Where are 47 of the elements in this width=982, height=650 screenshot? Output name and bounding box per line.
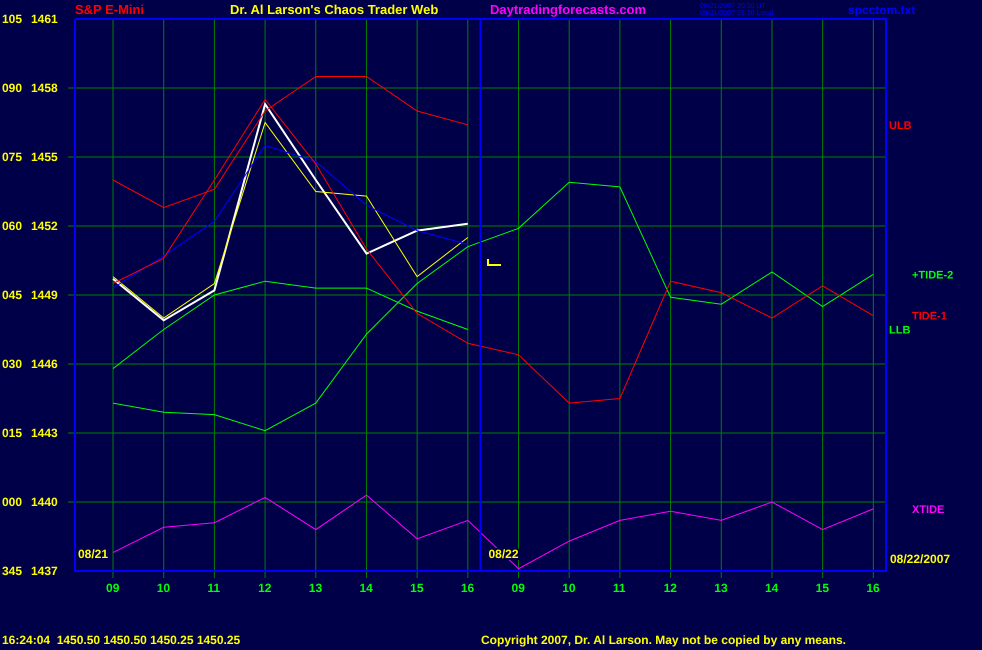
x-axis-label: 11	[207, 581, 220, 595]
cycle-scale-label: 000	[2, 495, 22, 509]
series-label: +TIDE-2	[912, 269, 954, 282]
x-axis-label: 09	[512, 581, 525, 595]
price-quote: 16:24:04 1450.50 1450.50 1450.25 1450.25	[2, 633, 240, 647]
date-label: 08/22/2007	[890, 552, 950, 566]
y-axis-label: 1458	[31, 81, 58, 95]
x-axis-label: 10	[156, 581, 170, 595]
x-axis-label: 13	[714, 581, 728, 595]
x-axis-label: 15	[410, 581, 424, 595]
date-label: 08/21	[78, 547, 108, 561]
x-axis-label: 12	[664, 581, 677, 595]
y-axis-label: 1452	[31, 219, 58, 233]
cycle-scale-label: 105	[2, 12, 22, 26]
series-label: LLB	[889, 324, 910, 336]
chart-symbol: S&P E-Mini	[75, 2, 144, 17]
x-axis-label: 10	[562, 581, 576, 595]
cycle-scale-label: 045	[2, 288, 22, 302]
cycle-scale-label: 075	[2, 150, 22, 164]
chart-title: Dr. Al Larson's Chaos Trader Web	[230, 2, 438, 17]
copyright-notice: Copyright 2007, Dr. Al Larson. May not be copied by any means.	[481, 633, 846, 647]
file-name: spcctom.txt	[848, 3, 916, 17]
y-axis-label: 1437	[31, 564, 58, 578]
x-axis-label: 12	[258, 581, 272, 595]
y-axis-label: 1461	[31, 12, 58, 26]
x-axis-label: 09	[106, 581, 120, 595]
x-axis-label: 15	[816, 581, 829, 595]
x-axis-label: 14	[764, 581, 778, 595]
y-axis-label: 1446	[31, 357, 58, 371]
cycle-scale-label: 060	[2, 219, 22, 233]
series-label: TIDE-1	[912, 310, 947, 323]
cycle-scale-label: 015	[2, 426, 22, 440]
x-axis-label: 14	[359, 581, 373, 595]
y-axis-label: 1449	[31, 288, 58, 302]
cycle-scale-label: 090	[2, 81, 22, 95]
x-axis-label: 11	[612, 581, 626, 595]
x-axis-label: 13	[308, 581, 322, 595]
cycle-scale-label: 030	[2, 357, 22, 371]
x-axis-label: 16	[460, 581, 474, 595]
bracket-mark	[487, 259, 501, 266]
cycle-scale-label: 345	[2, 564, 22, 578]
y-axis-label: 1443	[31, 426, 58, 440]
y-axis-label: 1455	[31, 150, 58, 164]
series-label: ULB	[889, 120, 912, 132]
y-axis-label: 1440	[31, 495, 58, 509]
x-axis-label: 16	[866, 581, 880, 595]
series-label: XTIDE	[912, 504, 944, 516]
